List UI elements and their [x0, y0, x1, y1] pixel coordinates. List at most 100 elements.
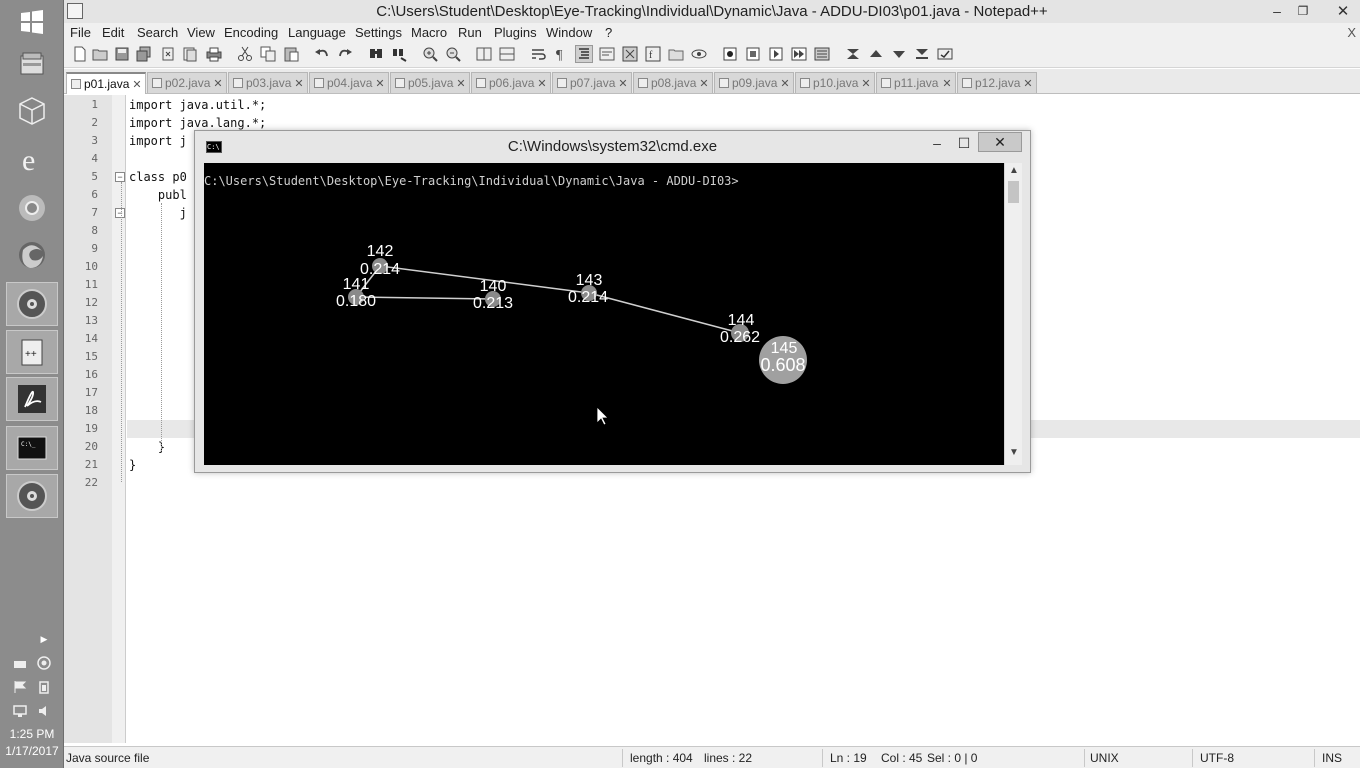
- tab-p10-java[interactable]: p10.java ✕: [795, 72, 875, 93]
- udl-icon[interactable]: [599, 46, 615, 62]
- save-macro-icon[interactable]: [814, 46, 830, 62]
- tab-p05-java[interactable]: p05.java ✕: [390, 72, 470, 93]
- cmd-close-button[interactable]: ✕: [978, 132, 1022, 152]
- close-file-icon[interactable]: [160, 46, 176, 62]
- taskbar-media-player[interactable]: [6, 282, 58, 326]
- cmd-maximize-button[interactable]: ☐: [950, 133, 978, 153]
- taskbar-notepad-plus-plus[interactable]: ++: [6, 330, 58, 374]
- close-document-button[interactable]: X: [1347, 25, 1356, 40]
- sync-vertical-icon[interactable]: [476, 46, 492, 62]
- status-mode[interactable]: INS: [1322, 751, 1342, 765]
- tab-p03-java[interactable]: p03.java ✕: [228, 72, 308, 93]
- menu-edit[interactable]: Edit: [102, 25, 124, 40]
- function-list-icon[interactable]: f: [645, 46, 661, 62]
- sync-horizontal-icon[interactable]: [499, 46, 515, 62]
- fold-toggle-icon[interactable]: −: [115, 172, 125, 182]
- close-button[interactable]: ✕: [1326, 0, 1360, 22]
- next-diff-icon[interactable]: [891, 46, 907, 62]
- fold-toggle-icon[interactable]: −: [115, 208, 125, 218]
- console-output[interactable]: C:\Users\Student\Desktop\Eye-Tracking\In…: [204, 163, 1004, 465]
- print-icon[interactable]: [206, 46, 222, 62]
- stop-macro-icon[interactable]: [745, 46, 761, 62]
- tab-p08-java[interactable]: p08.java ✕: [633, 72, 713, 93]
- safely-remove-icon[interactable]: [12, 656, 28, 670]
- tab-close-icon[interactable]: ✕: [212, 77, 224, 90]
- volume-icon[interactable]: [36, 704, 52, 718]
- copy-icon[interactable]: [260, 46, 276, 62]
- title-bar[interactable]: C:\Users\Student\Desktop\Eye-Tracking\In…: [64, 0, 1360, 23]
- tab-p01-java[interactable]: p01.java ✕: [66, 72, 146, 94]
- taskbar-command-prompt[interactable]: C:\_: [6, 426, 58, 470]
- zoom-out-icon[interactable]: [445, 46, 461, 62]
- doc-map-icon[interactable]: [622, 46, 638, 62]
- tab-close-icon[interactable]: ✕: [455, 77, 467, 90]
- tray-expand[interactable]: ▶: [0, 632, 64, 646]
- tab-close-icon[interactable]: ✕: [617, 77, 629, 90]
- redo-icon[interactable]: [337, 46, 353, 62]
- menu-file[interactable]: File: [70, 25, 91, 40]
- flag-icon[interactable]: [12, 680, 28, 694]
- menu-run[interactable]: Run: [458, 25, 482, 40]
- taskbar-acrobat[interactable]: [6, 377, 58, 421]
- taskbar-internet-explorer[interactable]: e: [6, 137, 58, 181]
- tab-p09-java[interactable]: p09.java ✕: [714, 72, 794, 93]
- tab-close-icon[interactable]: ✕: [1022, 77, 1034, 90]
- new-file-icon[interactable]: [72, 46, 88, 62]
- menu-view[interactable]: View: [187, 25, 215, 40]
- spell-check-icon[interactable]: [937, 46, 953, 62]
- network-icon[interactable]: [12, 704, 28, 718]
- record-macro-icon[interactable]: [722, 46, 738, 62]
- chevron-right-icon[interactable]: ▶: [36, 632, 52, 646]
- save-all-icon[interactable]: [136, 46, 152, 62]
- tab-close-icon[interactable]: ✕: [698, 77, 710, 90]
- paste-icon[interactable]: [283, 46, 299, 62]
- play-macro-icon[interactable]: [768, 46, 784, 62]
- cmd-minimize-button[interactable]: –: [923, 133, 951, 153]
- menu-plugins[interactable]: Plugins: [494, 25, 537, 40]
- tab-p12-java[interactable]: p12.java ✕: [957, 72, 1037, 93]
- menu-window[interactable]: Window: [546, 25, 592, 40]
- tab-close-icon[interactable]: ✕: [293, 77, 305, 90]
- cmd-vertical-scrollbar[interactable]: ▲ ▼: [1004, 163, 1022, 465]
- cut-icon[interactable]: [237, 46, 253, 62]
- status-eol[interactable]: UNIX: [1090, 751, 1119, 765]
- replace-icon[interactable]: [391, 46, 407, 62]
- tab-p11-java[interactable]: p11.java ✕: [876, 72, 956, 93]
- maximize-button[interactable]: ❐: [1290, 0, 1316, 22]
- monitoring-icon[interactable]: [691, 46, 707, 62]
- scrollbar-thumb[interactable]: [1008, 181, 1019, 203]
- scroll-down-icon[interactable]: ▼: [1005, 447, 1023, 463]
- tab-p02-java[interactable]: p02.java ✕: [147, 72, 227, 93]
- menu-help[interactable]: ?: [605, 25, 612, 40]
- record-icon[interactable]: [36, 656, 52, 670]
- folder-workspace-icon[interactable]: [668, 46, 684, 62]
- show-all-chars-icon[interactable]: ¶: [553, 46, 569, 62]
- indent-guide-icon[interactable]: [575, 45, 593, 63]
- menu-encoding[interactable]: Encoding: [224, 25, 278, 40]
- zoom-in-icon[interactable]: [422, 46, 438, 62]
- close-all-icon[interactable]: [182, 46, 198, 62]
- taskbar-firefox[interactable]: [6, 233, 58, 277]
- run-macro-multiple-icon[interactable]: [791, 46, 807, 62]
- prev-diff-icon[interactable]: [868, 46, 884, 62]
- taskbar-media-player-2[interactable]: [6, 474, 58, 518]
- tab-close-icon[interactable]: ✕: [536, 77, 548, 90]
- taskbar-chrome[interactable]: [6, 186, 58, 230]
- tab-close-icon[interactable]: ✕: [374, 77, 386, 90]
- last-diff-icon[interactable]: [914, 46, 930, 62]
- menu-language[interactable]: Language: [288, 25, 346, 40]
- taskbar-clock[interactable]: 1:25 PM 1/17/2017: [0, 726, 64, 760]
- tab-close-icon[interactable]: ✕: [779, 77, 791, 90]
- tab-close-icon[interactable]: ✕: [941, 77, 953, 90]
- compare-icon[interactable]: [845, 46, 861, 62]
- scroll-up-icon[interactable]: ▲: [1005, 165, 1023, 181]
- tab-close-icon[interactable]: ✕: [131, 78, 143, 91]
- undo-icon[interactable]: [314, 46, 330, 62]
- menu-settings[interactable]: Settings: [355, 25, 402, 40]
- word-wrap-icon[interactable]: [530, 46, 546, 62]
- minimize-button[interactable]: –: [1264, 0, 1290, 22]
- power-icon[interactable]: [36, 680, 52, 694]
- open-file-icon[interactable]: [92, 46, 108, 62]
- menu-search[interactable]: Search: [137, 25, 178, 40]
- tab-close-icon[interactable]: ✕: [860, 77, 872, 90]
